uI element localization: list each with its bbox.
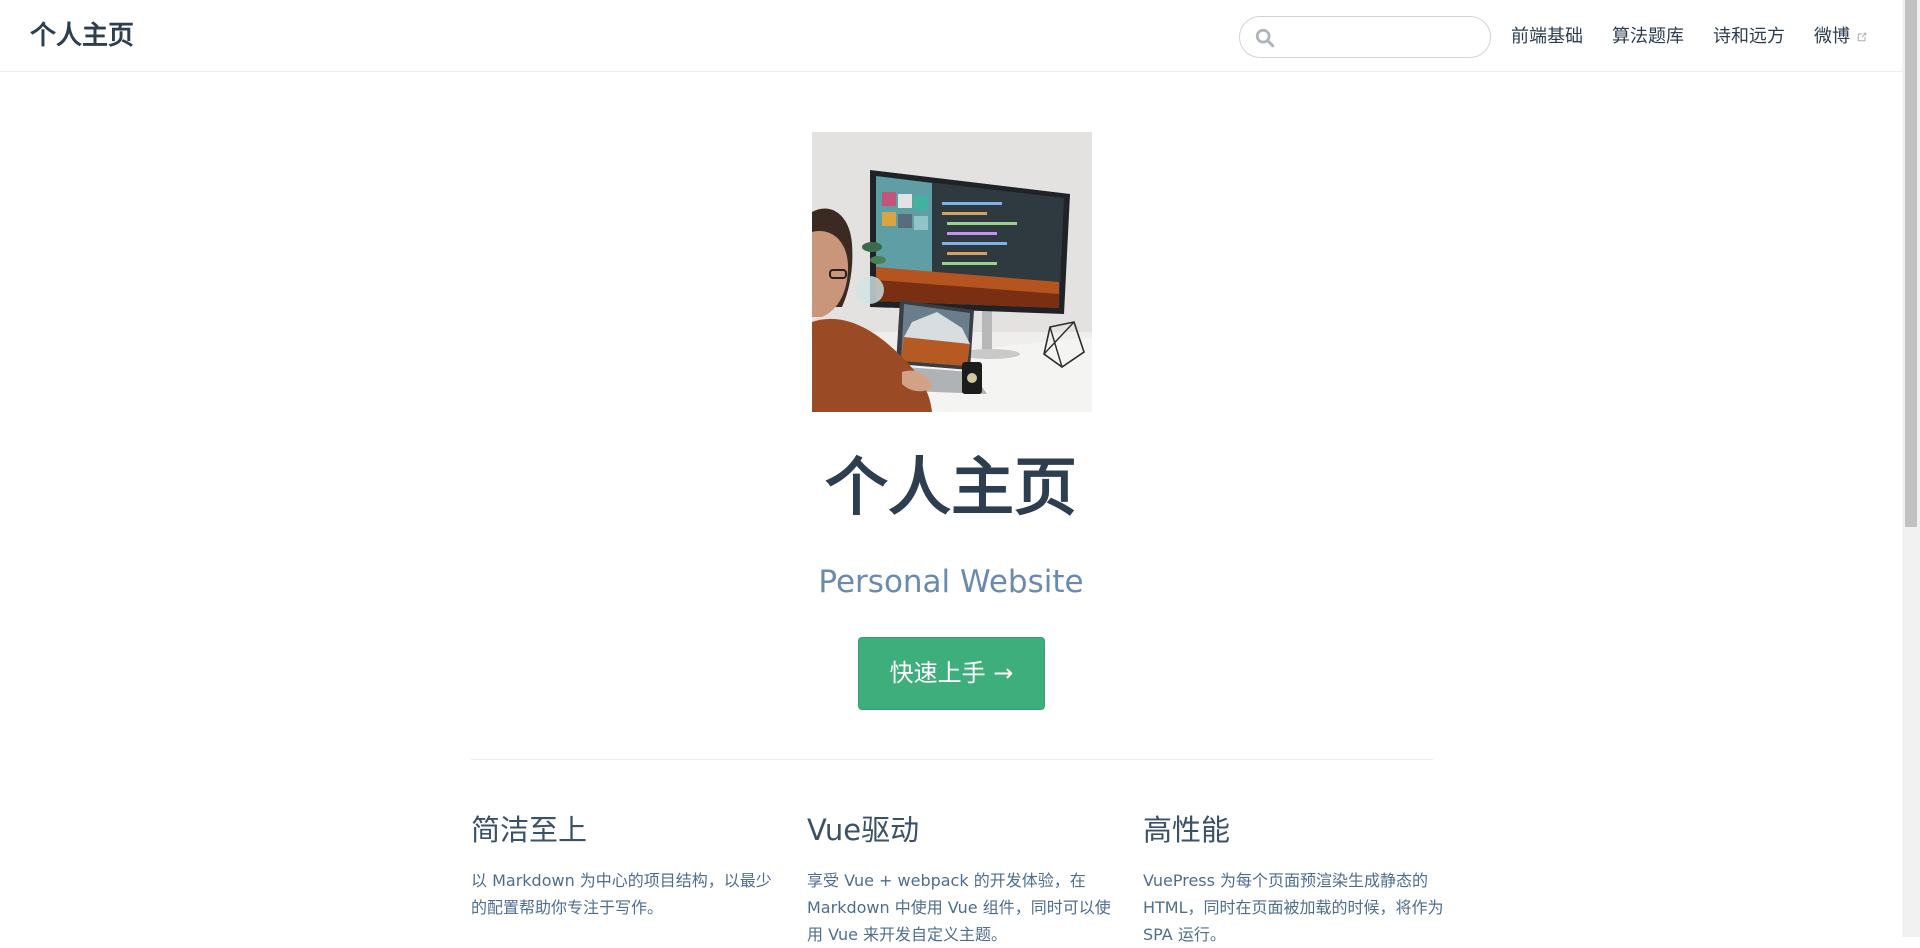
navbar: 个人主页 前端基础 算法题库 诗和远方 微博: [0, 0, 1902, 72]
hero-image: [812, 132, 1092, 412]
search-icon: [1255, 28, 1275, 48]
feature-title: Vue驱动: [807, 813, 920, 847]
hero-illustration: [812, 132, 1092, 412]
external-link-icon: [1857, 32, 1867, 42]
nav-item-label: 算法题库: [1612, 26, 1684, 47]
nav-item-label: 诗和远方: [1713, 26, 1785, 47]
features-section: 简洁至上 以 Markdown 为中心的项目结构，以最少的配置帮助你专注于写作。…: [471, 759, 1444, 944]
feature-details: 享受 Vue + webpack 的开发体验，在 Markdown 中使用 Vu…: [807, 871, 1111, 944]
nav-item-frontend-basics[interactable]: 前端基础: [1511, 23, 1583, 51]
feature-details: VuePress 为每个页面预渲染生成静态的 HTML，同时在页面被加载的时候，…: [1143, 871, 1444, 944]
scrollbar-thumb[interactable]: [1905, 0, 1917, 527]
nav-item-poetry[interactable]: 诗和远方: [1713, 23, 1785, 51]
hero-description: Personal Website: [818, 564, 1084, 600]
search-box[interactable]: [1239, 16, 1491, 58]
feature-title: 高性能: [1143, 813, 1231, 847]
site-name-link[interactable]: 个人主页: [30, 19, 134, 53]
nav-item-weibo[interactable]: 微博: [1814, 23, 1868, 51]
get-started-button[interactable]: 快速上手 →: [858, 637, 1045, 710]
nav-item-algorithms[interactable]: 算法题库: [1612, 23, 1684, 51]
search-input[interactable]: [1284, 23, 1480, 51]
feature-title: 简洁至上: [471, 813, 588, 847]
page-scrollbar[interactable]: [1902, 0, 1920, 937]
nav-item-label: 微博: [1814, 26, 1850, 47]
nav-links: 前端基础 算法题库 诗和远方 微博: [1511, 22, 1868, 52]
hero-title: 个人主页: [825, 451, 1077, 524]
nav-item-label: 前端基础: [1511, 26, 1583, 47]
feature-details: 以 Markdown 为中心的项目结构，以最少的配置帮助你专注于写作。: [471, 871, 772, 917]
